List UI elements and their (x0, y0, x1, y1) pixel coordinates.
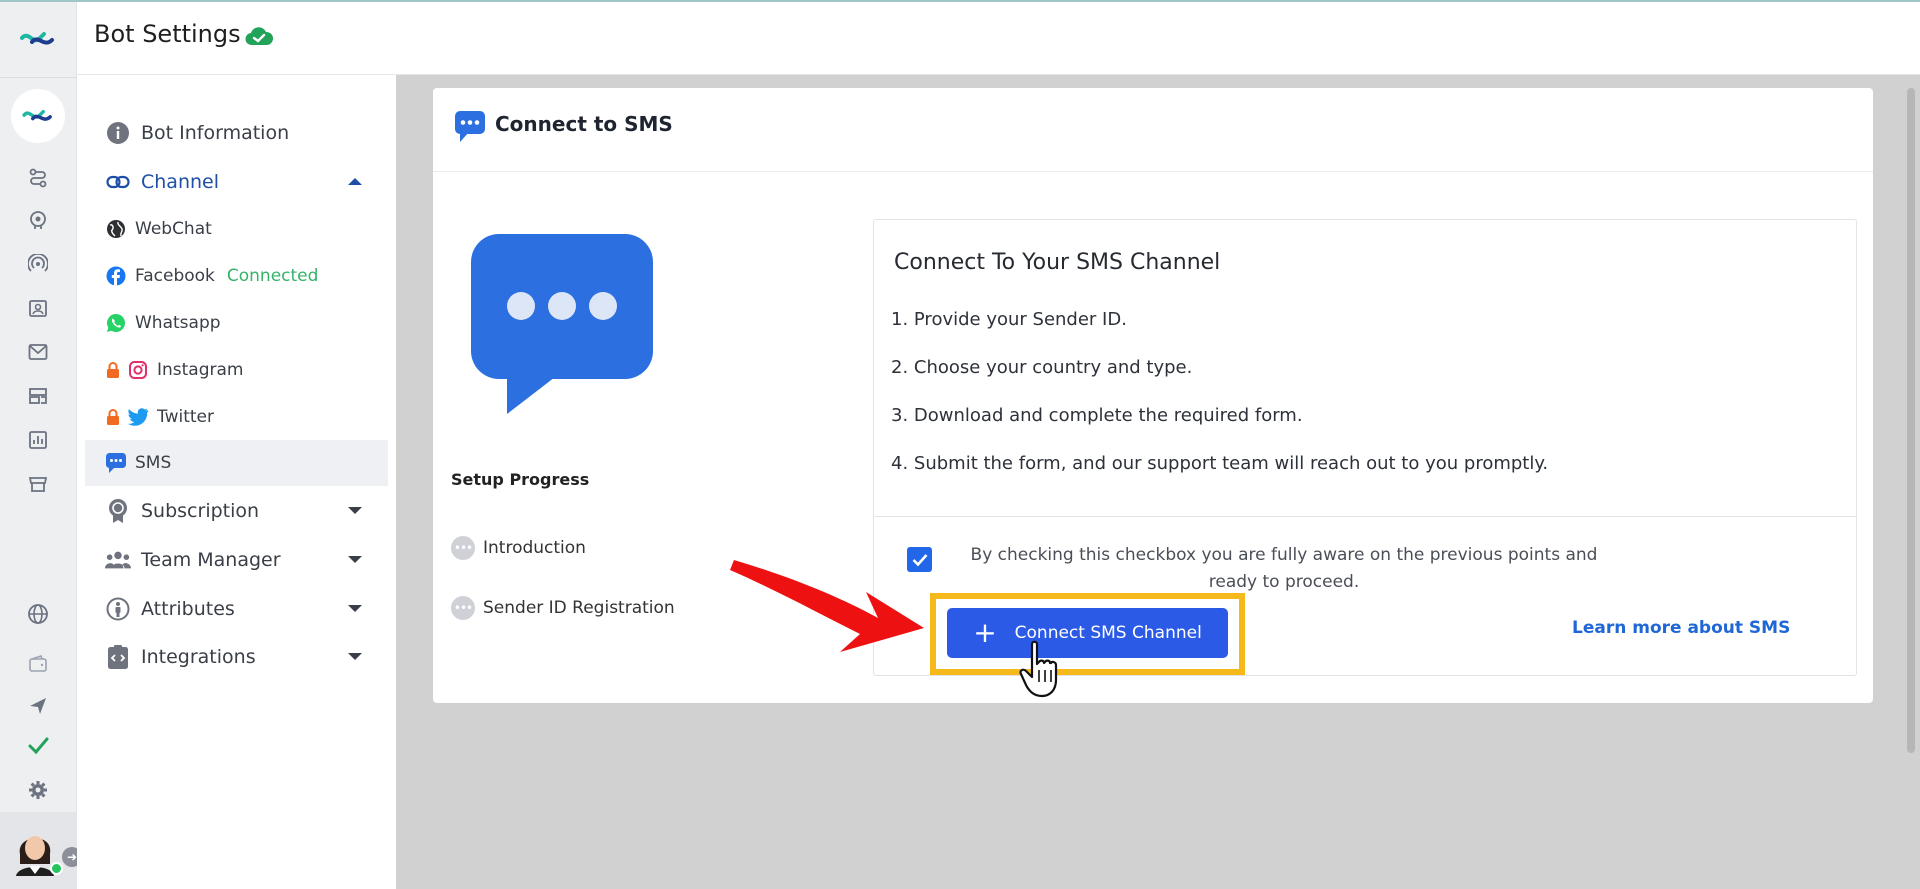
instruction-item: 4. Submit the form, and our support team… (891, 453, 1549, 474)
setup-progress-title: Setup Progress (451, 470, 590, 489)
flow-icon[interactable] (26, 166, 50, 190)
channel-label: SMS (135, 453, 172, 473)
contacts-icon[interactable] (26, 296, 50, 320)
menu-label: Subscription (141, 500, 260, 522)
sms-illustration-icon (469, 234, 655, 414)
channel-label: Instagram (157, 360, 244, 380)
templates-icon[interactable] (26, 384, 50, 408)
connected-status: Connected (226, 266, 319, 286)
instruction-item: 1. Provide your Sender ID. (891, 309, 1127, 330)
send-icon[interactable] (26, 694, 50, 718)
step-sender-id-registration[interactable]: ••• Sender ID Registration (451, 596, 675, 620)
learn-more-link[interactable]: Learn more about SMS (1572, 618, 1790, 638)
globe-icon[interactable] (26, 602, 50, 626)
sms-chat-icon (454, 110, 486, 144)
bot-avatar-icon[interactable] (11, 89, 65, 143)
channel-twitter[interactable]: Twitter (85, 394, 388, 440)
menu-channel[interactable]: Channel (85, 159, 388, 205)
chevron-down-icon (348, 653, 362, 660)
annotation-arrow-icon (728, 552, 928, 662)
connect-sms-card: Connect to SMS Setup Progress ••• Introd… (433, 88, 1873, 703)
pending-step-icon: ••• (451, 536, 475, 560)
card-header: Connect to SMS (433, 88, 1873, 172)
chevron-up-icon (348, 178, 362, 185)
menu-team-manager[interactable]: Team Manager (85, 537, 388, 583)
checkbox-label: By checking this checkbox you are fully … (970, 545, 1598, 592)
menu-label: Attributes (141, 598, 235, 620)
step-label: Sender ID Registration (483, 598, 675, 618)
broadcast-icon[interactable] (26, 252, 50, 276)
menu-label: Team Manager (141, 549, 281, 571)
chevron-down-icon (348, 605, 362, 612)
ai-brain-icon[interactable] (26, 208, 50, 232)
link-icon (105, 169, 131, 195)
analytics-icon[interactable] (26, 428, 50, 452)
channel-instagram[interactable]: Instagram (85, 347, 388, 393)
app-logo-icon[interactable] (18, 24, 58, 54)
menu-attributes[interactable]: Attributes (85, 586, 388, 632)
person-attribute-icon (105, 596, 131, 622)
facebook-icon (105, 265, 127, 287)
team-icon (105, 547, 131, 573)
pending-step-icon: ••• (451, 596, 475, 620)
lock-icon (105, 361, 121, 379)
page-title: Bot Settings (94, 20, 241, 48)
channel-label: WebChat (135, 219, 212, 239)
code-clipboard-icon (105, 644, 131, 670)
online-status-indicator (50, 862, 63, 875)
store-icon[interactable] (26, 472, 50, 496)
globe-icon (105, 218, 127, 240)
instruction-item: 2. Choose your country and type. (891, 357, 1193, 378)
channel-label: Twitter (157, 407, 214, 427)
info-icon (105, 120, 131, 146)
chevron-down-icon (348, 556, 362, 563)
channel-label: Whatsapp (135, 313, 221, 333)
sms-chat-icon (105, 452, 127, 474)
menu-label: Integrations (141, 646, 256, 668)
vertical-scrollbar[interactable] (1907, 88, 1915, 753)
divider (874, 516, 1856, 517)
connect-sms-channel-button[interactable]: + Connect SMS Channel (947, 608, 1228, 658)
saved-cloud-icon (245, 25, 274, 47)
instruction-item: 3. Download and complete the required fo… (891, 405, 1303, 426)
mail-icon[interactable] (26, 340, 50, 364)
channel-sms[interactable]: SMS (85, 440, 388, 486)
chevron-down-icon (348, 507, 362, 514)
badge-icon (105, 498, 131, 524)
step-introduction[interactable]: ••• Introduction (451, 536, 586, 560)
menu-integrations[interactable]: Integrations (85, 634, 388, 680)
instagram-icon (127, 359, 149, 381)
step-label: Introduction (483, 538, 586, 558)
menu-subscription[interactable]: Subscription (85, 488, 388, 534)
channel-webchat[interactable]: WebChat (85, 206, 388, 252)
card-title: Connect to SMS (495, 112, 673, 136)
settings-gear-icon[interactable] (26, 778, 50, 802)
menu-label: Bot Information (141, 122, 290, 144)
twitter-bird-icon (127, 406, 149, 428)
instructions-title: Connect To Your SMS Channel (894, 250, 1221, 275)
channel-facebook[interactable]: Facebook Connected (85, 253, 388, 299)
plus-icon: + (973, 616, 997, 649)
settings-menu: Bot Information Channel WebChat Facebook… (77, 75, 396, 889)
check-icon[interactable] (26, 734, 50, 758)
rail-separator (0, 77, 77, 78)
menu-bot-information[interactable]: Bot Information (85, 110, 388, 156)
hand-cursor-icon (1018, 640, 1066, 700)
whatsapp-icon (105, 312, 127, 334)
instructions-panel: Connect To Your SMS Channel 1. Provide y… (873, 219, 1857, 676)
menu-label: Channel (141, 171, 220, 193)
icon-rail: ➜ (0, 2, 82, 889)
wallet-icon[interactable] (26, 652, 50, 676)
channel-whatsapp[interactable]: Whatsapp (85, 300, 388, 346)
lock-icon (105, 408, 121, 426)
channel-label: Facebook (135, 266, 215, 286)
top-header: Bot Settings (77, 2, 1920, 75)
